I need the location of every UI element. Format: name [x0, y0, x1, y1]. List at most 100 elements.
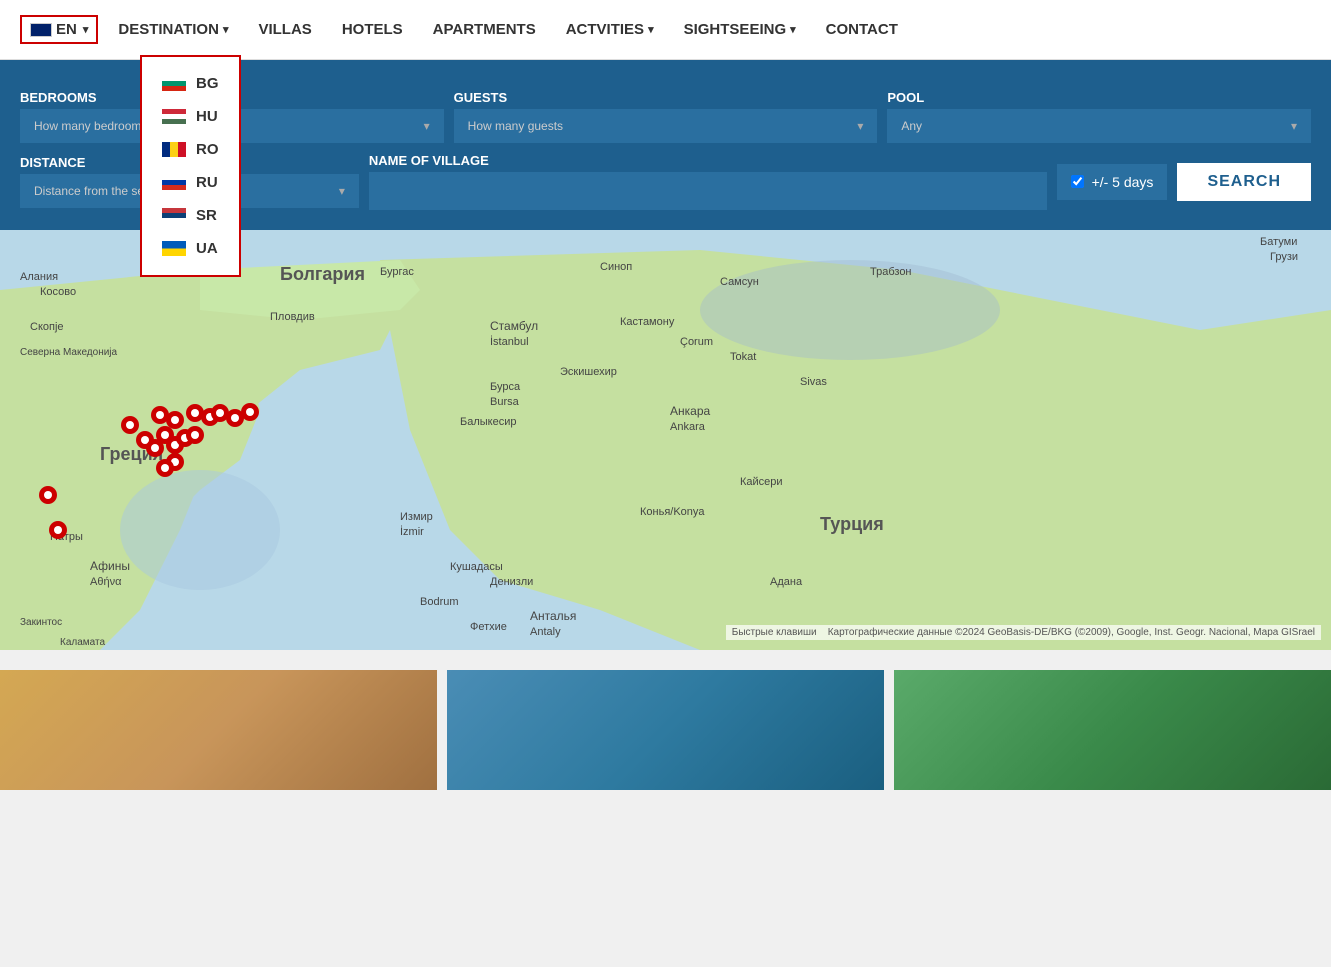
svg-text:Tokat: Tokat: [730, 351, 756, 363]
flag-ru-icon: [162, 175, 186, 190]
guests-select[interactable]: How many guests ▾: [454, 109, 878, 143]
svg-text:Синоп: Синоп: [600, 261, 632, 273]
svg-text:Кайсери: Кайсери: [740, 476, 783, 488]
village-label: NAME OF VILLAGE: [369, 153, 1047, 168]
svg-text:Болгария: Болгария: [280, 264, 365, 284]
svg-text:Кушадасы: Кушадасы: [450, 561, 503, 573]
nav-villas[interactable]: VILLAS: [258, 21, 311, 38]
svg-text:Измир: Измир: [400, 511, 433, 523]
nav-sightseeing[interactable]: SIGHTSEEING ▾: [684, 21, 796, 38]
nav-hotels[interactable]: HOTELS: [342, 21, 403, 38]
pool-label: POOL: [887, 90, 1311, 105]
map-container[interactable]: Болгария Греция Турция Косово Скопjе Сев…: [0, 230, 1331, 650]
chevron-down-icon: ▾: [790, 23, 796, 36]
svg-text:Кастамону: Кастамону: [620, 316, 675, 328]
svg-text:Батуми: Батуми: [1260, 236, 1297, 248]
chevron-down-icon: ▾: [223, 23, 229, 36]
flag-hu-icon: [162, 109, 186, 124]
lang-option-bg[interactable]: BG: [142, 67, 239, 100]
nav-activities[interactable]: ACTVITIES ▾: [566, 21, 654, 38]
chevron-down-icon: ▾: [857, 119, 863, 133]
svg-text:Конья/Konya: Конья/Konya: [640, 506, 705, 518]
svg-text:İstanbul: İstanbul: [490, 335, 529, 348]
chevron-down-icon: ▾: [648, 23, 654, 36]
lang-option-ro[interactable]: RO: [142, 133, 239, 166]
svg-text:Çorum: Çorum: [680, 336, 713, 348]
pool-select[interactable]: Any ▾: [887, 109, 1311, 143]
svg-text:Грузи: Грузи: [1270, 251, 1298, 263]
chevron-down-icon: ▾: [339, 184, 345, 198]
navbar: EN ▾ DESTINATION ▾ VILLAS HOTELS APARTME…: [0, 0, 1331, 60]
svg-text:Скопjе: Скопjе: [30, 321, 64, 333]
svg-text:İzmir: İzmir: [400, 525, 424, 538]
svg-text:Северна Македониjа: Северна Македониjа: [20, 347, 118, 358]
days-label: +/- 5 days: [1092, 174, 1154, 190]
lang-label-bg: BG: [196, 75, 219, 92]
village-field: NAME OF VILLAGE: [369, 153, 1047, 210]
days-checkbox-area[interactable]: +/- 5 days: [1057, 164, 1168, 200]
chevron-down-icon: ▾: [83, 23, 89, 36]
lang-option-sr[interactable]: SR: [142, 199, 239, 232]
flag-ro-icon: [162, 142, 186, 157]
svg-text:Эскишехир: Эскишехир: [560, 366, 617, 378]
thumbnail-2[interactable]: [447, 670, 884, 790]
thumbnail-section: [0, 670, 1331, 790]
flag-sr-icon: [162, 208, 186, 223]
bedrooms-placeholder: How many bedrooms: [34, 119, 147, 133]
lang-label-ru: RU: [196, 174, 218, 191]
nav-contact[interactable]: CONTACT: [826, 21, 898, 38]
svg-text:Каламата: Каламата: [60, 637, 105, 648]
map-section: Болгария Греция Турция Косово Скопjе Сев…: [0, 230, 1331, 650]
svg-text:Денизли: Денизли: [490, 576, 533, 588]
lang-option-ru[interactable]: RU: [142, 166, 239, 199]
svg-text:Sivas: Sivas: [800, 376, 827, 388]
svg-text:Bodrum: Bodrum: [420, 596, 459, 608]
nav-links: DESTINATION ▾ VILLAS HOTELS APARTMENTS A…: [118, 21, 1311, 38]
keyboard-shortcuts: Быстрые клавиши: [732, 627, 817, 638]
current-language: EN: [56, 21, 77, 38]
nav-apartments[interactable]: APARTMENTS: [433, 21, 536, 38]
svg-text:Трабзон: Трабзон: [870, 266, 912, 278]
flag-bg-icon: [162, 76, 186, 91]
svg-text:Анталья: Анталья: [530, 609, 576, 623]
svg-text:Стамбул: Стамбул: [490, 319, 538, 333]
svg-text:Афины: Афины: [90, 559, 130, 573]
chevron-down-icon: ▾: [1291, 119, 1297, 133]
chevron-down-icon: ▾: [424, 119, 430, 133]
flag-ua-icon: [162, 241, 186, 256]
pool-placeholder: Any: [901, 119, 922, 133]
search-button[interactable]: SEARCH: [1177, 163, 1311, 201]
svg-text:Фетхие: Фетхие: [470, 621, 507, 633]
distance-placeholder: Distance from the sea: [34, 184, 151, 198]
svg-text:Бурса: Бурса: [490, 381, 521, 393]
village-input[interactable]: [369, 172, 1047, 210]
guests-label: GUESTS: [454, 90, 878, 105]
guests-placeholder: How many guests: [468, 119, 563, 133]
svg-text:Алания: Алания: [20, 271, 58, 283]
svg-text:Анкара: Анкара: [670, 404, 710, 418]
svg-text:Пловдив: Пловдив: [270, 311, 315, 323]
lang-label-ua: UA: [196, 240, 218, 257]
svg-text:Bursa: Bursa: [490, 396, 520, 408]
days-checkbox[interactable]: [1071, 175, 1084, 188]
svg-text:Antaly: Antaly: [530, 626, 561, 638]
thumbnail-3[interactable]: [894, 670, 1331, 790]
svg-text:Самсун: Самсун: [720, 276, 759, 288]
thumbnail-1[interactable]: [0, 670, 437, 790]
language-dropdown: BG HU RO RU SR UA: [140, 55, 241, 277]
lang-label-sr: SR: [196, 207, 217, 224]
nav-destination[interactable]: DESTINATION ▾: [118, 21, 228, 38]
guests-field: GUESTS How many guests ▾: [454, 90, 878, 143]
flag-en-icon: [30, 23, 52, 37]
svg-text:Закинтос: Закинтос: [20, 617, 62, 628]
lang-label-ro: RO: [196, 141, 219, 158]
svg-text:Турция: Турция: [820, 514, 884, 534]
svg-text:Ankara: Ankara: [670, 421, 706, 433]
svg-text:Косово: Косово: [40, 286, 76, 298]
map-attribution: Быстрые клавиши Картографические данные …: [726, 625, 1321, 640]
lang-option-ua[interactable]: UA: [142, 232, 239, 265]
lang-option-hu[interactable]: HU: [142, 100, 239, 133]
language-selector[interactable]: EN ▾: [20, 15, 98, 44]
svg-text:Бургас: Бургас: [380, 266, 414, 278]
svg-text:Αθήνα: Αθήνα: [90, 576, 122, 588]
